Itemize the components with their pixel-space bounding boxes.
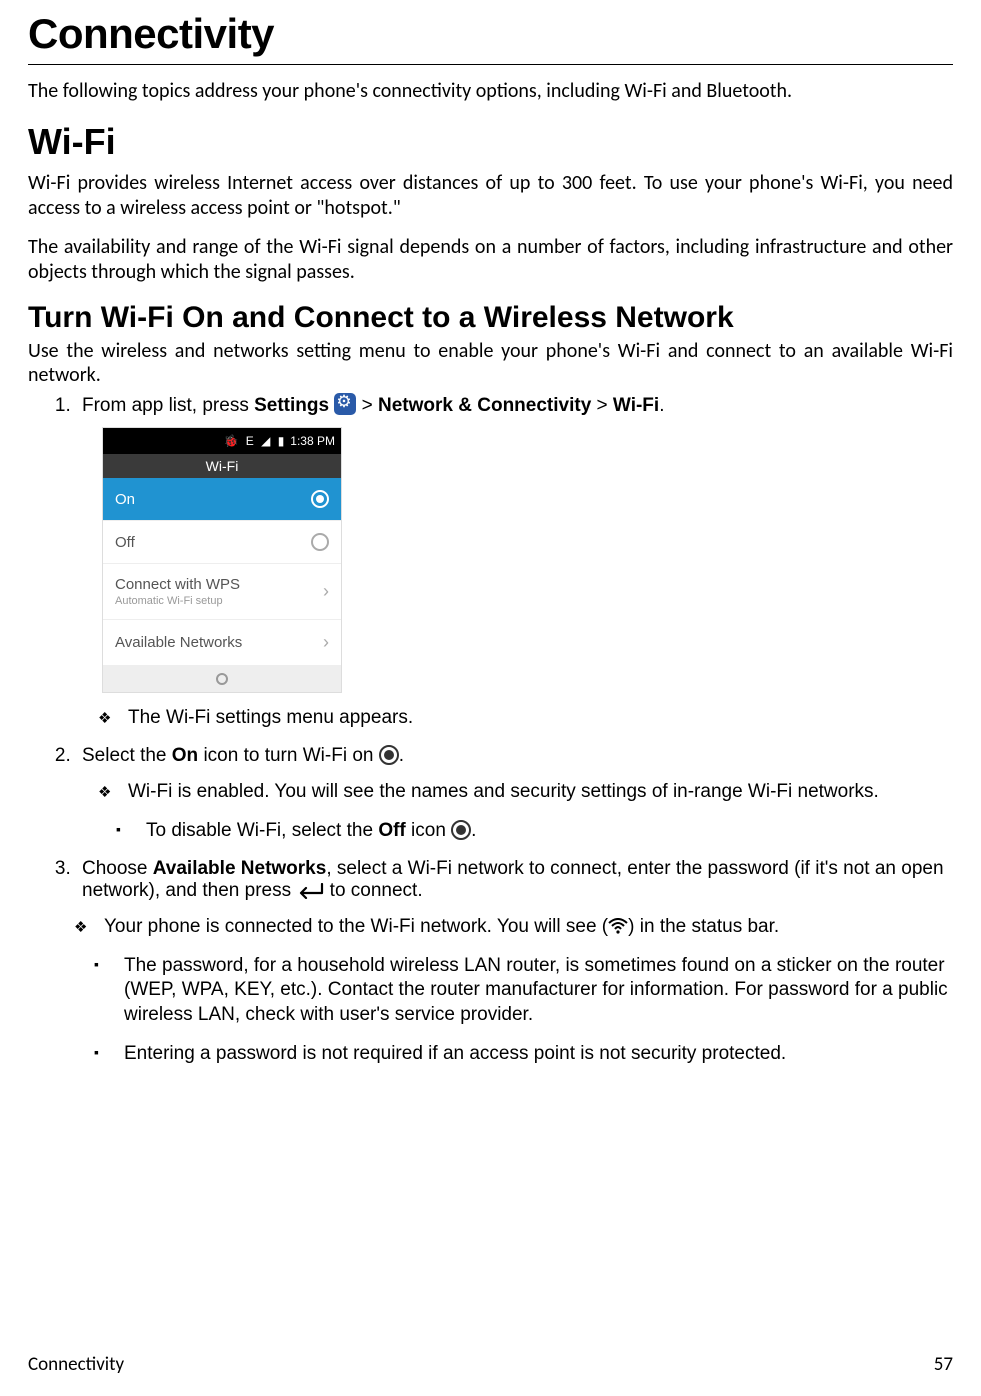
step-1: From app list, press Settings > Network … [76,393,953,729]
page-title: Connectivity [28,10,953,58]
chevron-right-icon: › [323,632,329,653]
step-2-pre: Select the [82,745,172,766]
phone-row-available: Available Networks › [103,620,341,666]
phone-row-wps-label: Connect with WPS [115,576,240,593]
step-3-pre: Choose [82,858,153,879]
page-footer: Connectivity 57 [28,1353,953,1376]
note-3: Your phone is connected to the Wi-Fi net… [98,916,953,938]
step-2-on: On [172,745,198,766]
turn-wifi-intro: Use the wireless and networks setting me… [28,339,953,387]
step-1-end: . [659,395,664,416]
wifi-heading: Wi-Fi [28,121,953,163]
sub-note-1: To disable Wi-Fi, select the Off icon . [140,819,953,844]
step-3-avail: Available Networks [153,858,327,879]
phone-row-off-label: Off [115,534,135,551]
sub-note-list-1: To disable Wi-Fi, select the Off icon . [82,819,953,844]
phone-row-wps-sub: Automatic Wi-Fi setup [115,595,240,607]
wifi-paragraph-1: Wi-Fi provides wireless Internet access … [28,171,953,221]
note-list-1: The Wi-Fi settings menu appears. [82,707,953,729]
steps-list: From app list, press Settings > Network … [48,393,953,1066]
sq1-end: . [471,820,476,841]
note-list-2: Wi-Fi is enabled. You will see the names… [82,781,953,803]
radio-on-inline-icon [379,745,399,765]
sub-note-2: The password, for a household wireless L… [118,954,953,1028]
turn-wifi-heading: Turn Wi-Fi On and Connect to a Wireless … [28,301,953,335]
radio-off-icon [311,533,329,551]
sq1-pre: To disable Wi-Fi, select the [146,820,378,841]
sub-note-3: Entering a password is not required if a… [118,1042,953,1067]
settings-icon [334,393,356,415]
step-2-end: . [399,745,404,766]
sq1-off: Off [378,820,405,841]
dia3-pre: Your phone is connected to the Wi-Fi net… [104,916,608,937]
radio-on-icon [311,490,329,508]
wifi-icon [608,918,628,934]
step-1-net: Network & Connectivity [378,395,591,416]
chevron-right-icon: › [323,581,329,602]
step-2-post: icon to turn Wi-Fi on [198,745,379,766]
phone-wifi-header: Wi-Fi [103,454,341,478]
phone-row-off: Off [103,521,341,564]
enter-key-icon [296,883,324,899]
phone-row-on-label: On [115,491,135,508]
title-divider [28,64,953,65]
phone-screenshot: 🐞 E ◢ ▮ 1:38 PM Wi-Fi On Off Connect wit… [102,427,342,693]
nav-home-icon [216,673,228,685]
statusbar-icons: 🐞 E ◢ ▮ [224,434,287,448]
intro-text: The following topics address your phone'… [28,79,953,103]
statusbar-time: 1:38 PM [290,434,335,448]
step-1-pre: From app list, press [82,395,254,416]
sq1-post: icon [406,820,451,841]
footer-section-name: Connectivity [28,1353,124,1376]
phone-row-available-label: Available Networks [115,634,242,651]
step-1-mid: > [356,395,378,416]
radio-off-inline-icon [451,820,471,840]
note-1: The Wi-Fi settings menu appears. [122,707,953,729]
wifi-paragraph-2: The availability and range of the Wi-Fi … [28,235,953,285]
phone-row-on: On [103,478,341,521]
dia3-post: ) in the status bar. [628,916,779,937]
step-1-sep: > [591,395,613,416]
phone-statusbar: 🐞 E ◢ ▮ 1:38 PM [103,428,341,454]
phone-row-wps: Connect with WPS Automatic Wi-Fi setup › [103,564,341,620]
step-3-post: to connect. [324,880,422,901]
step-1-settings: Settings [254,395,329,416]
note-2: Wi-Fi is enabled. You will see the names… [122,781,953,803]
step-2: Select the On icon to turn Wi-Fi on . Wi… [76,745,953,844]
note-list-3: Your phone is connected to the Wi-Fi net… [82,916,953,938]
step-3: Choose Available Networks, select a Wi-F… [76,858,953,1067]
phone-navbar [103,666,341,692]
step-1-wifi: Wi-Fi [613,395,659,416]
sub-note-list-2: The password, for a household wireless L… [82,954,953,1067]
footer-page-number: 57 [934,1353,953,1376]
